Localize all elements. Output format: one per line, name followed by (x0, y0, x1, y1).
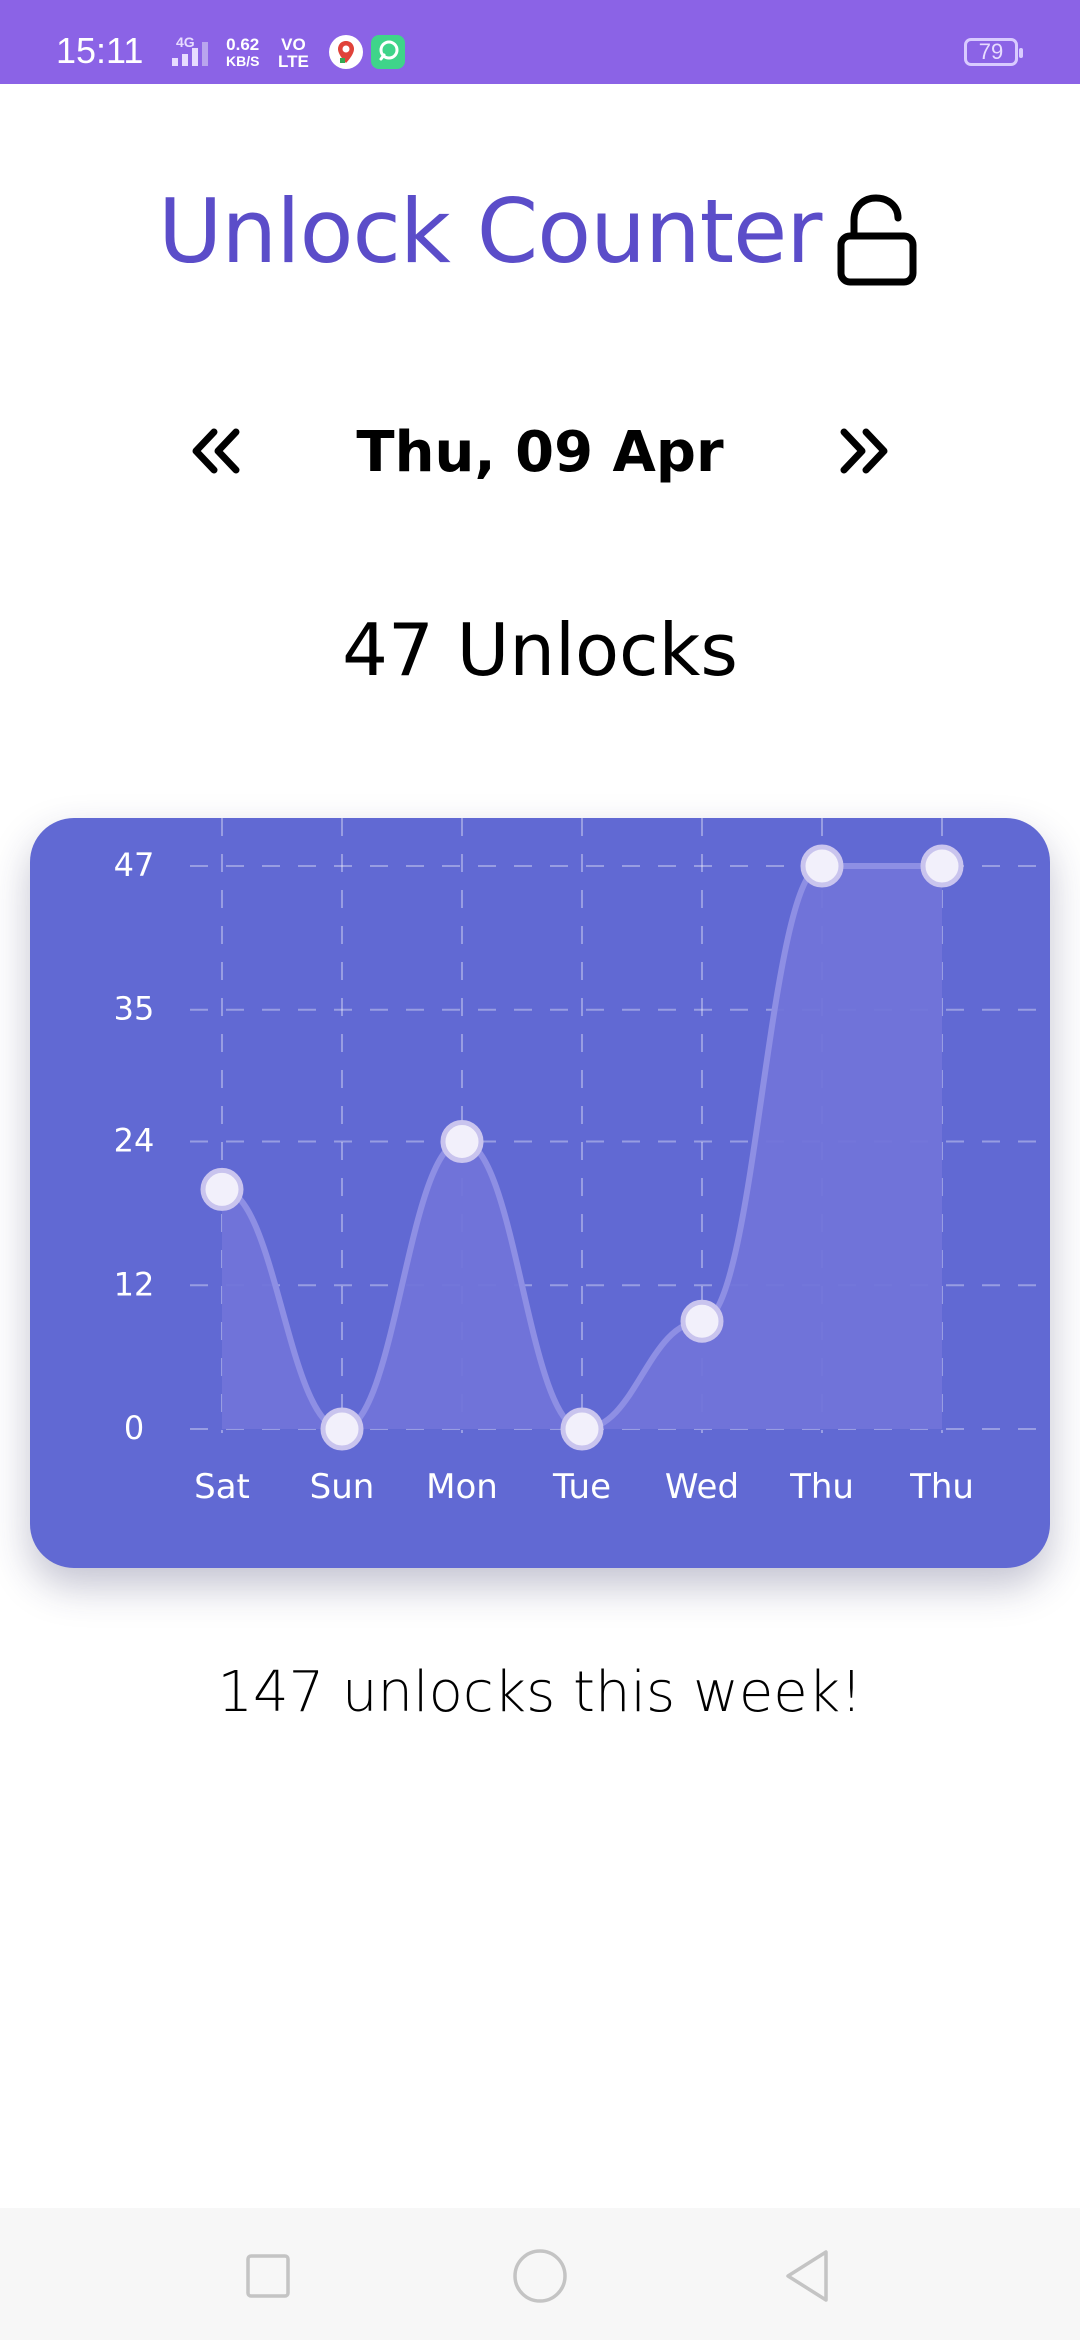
weekly-unlocks-chart: 0 12 24 35 47 Sat Sun Mon Tue Wed Thu Thu (114, 818, 1050, 1507)
circle-icon (513, 2249, 567, 2303)
current-date: Thu, 09 Apr (356, 420, 724, 485)
y-tick-label: 47 (114, 846, 155, 884)
data-point-sun (320, 1407, 364, 1451)
y-tick-label: 24 (114, 1122, 155, 1160)
data-point-mon (440, 1120, 484, 1164)
recents-button[interactable] (236, 2244, 300, 2308)
lock-open-icon (837, 194, 917, 286)
speed-indicator: 0.62 KB/S (226, 36, 259, 70)
data-point-tue (560, 1407, 604, 1451)
app-title: Unlock Counter (158, 180, 822, 283)
x-tick-label: Sat (194, 1467, 250, 1507)
speed-unit: KB/S (226, 53, 260, 69)
data-point-wed (680, 1299, 724, 1343)
home-button[interactable] (508, 2244, 572, 2308)
volte-bottom: LTE (278, 52, 309, 71)
double-chevron-right-icon (840, 428, 888, 474)
week-summary: 147 unlocks this week! (217, 1660, 863, 1725)
status-icons: 4G 0.62 KB/S VO LTE (160, 34, 420, 74)
maps-notification-icon (329, 35, 363, 69)
status-time: 15:11 (56, 30, 144, 71)
x-tick-label: Thu (789, 1467, 854, 1507)
signal-icon: 4G (172, 34, 208, 66)
system-navigation-bar (0, 2208, 1080, 2340)
data-point-thu (800, 844, 844, 888)
x-tick-label: Mon (426, 1467, 498, 1507)
next-day-button[interactable] (824, 416, 904, 486)
network-type-label: 4G (176, 34, 195, 50)
header: Unlock Counter (0, 180, 1080, 290)
data-point-thu (920, 844, 964, 888)
x-tick-label: Tue (552, 1467, 611, 1507)
data-point-sat (200, 1167, 244, 1211)
speed-value: 0.62 (226, 35, 260, 54)
volte-indicator: VO LTE (278, 36, 309, 70)
battery-indicator: 79 (964, 38, 1023, 66)
x-tick-label: Wed (665, 1467, 739, 1507)
y-tick-label: 0 (124, 1409, 144, 1447)
volte-top: VO (281, 35, 306, 54)
status-bar: 15:11 4G 0.62 KB/S VO LTE 79 (0, 0, 1080, 84)
app-screen: 15:11 4G 0.62 KB/S VO LTE 79 Unlock Coun… (0, 0, 1080, 2340)
x-tick-label: Thu (909, 1467, 974, 1507)
date-navigation: Thu, 09 Apr (0, 410, 1080, 490)
triangle-back-icon (786, 2250, 828, 2302)
y-tick-label: 35 (114, 990, 155, 1028)
x-tick-label: Sun (310, 1467, 375, 1507)
square-icon (246, 2254, 290, 2298)
weekly-chart-card: 0 12 24 35 47 Sat Sun Mon Tue Wed Thu Thu (30, 818, 1050, 1568)
chat-notification-icon (371, 35, 405, 69)
today-unlock-count: 47 Unlocks (342, 608, 738, 692)
y-tick-label: 12 (114, 1265, 155, 1303)
back-button[interactable] (776, 2244, 840, 2308)
